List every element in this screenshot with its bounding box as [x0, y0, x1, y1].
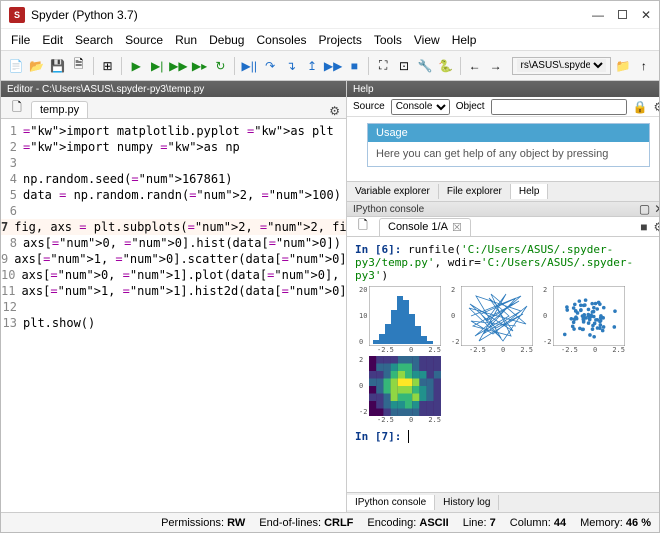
menu-help[interactable]: Help	[452, 33, 477, 47]
usage-title: Usage	[368, 124, 649, 142]
console-pane: IPython console ▢ ✕ 🗋 Console 1/A ☒ ■ ⚙ …	[347, 201, 659, 512]
console-stop-icon[interactable]: ■	[640, 220, 647, 234]
help-object-input[interactable]	[491, 99, 627, 115]
console-list-icon[interactable]: 🗋	[353, 217, 373, 237]
continue-icon[interactable]: ▶▶	[324, 56, 342, 76]
toolbar: 📄 📂 💾 🗎 ⊞ ▶ ▶| ▶▶ ▶▸ ↻ ▶|| ↷ ↴ ↥ ▶▶ ■ ⛶ …	[1, 51, 659, 81]
save-icon[interactable]: 💾	[49, 56, 67, 76]
menu-view[interactable]: View	[414, 33, 440, 47]
menu-tools[interactable]: Tools	[374, 33, 402, 47]
tab-history-log[interactable]: History log	[435, 495, 499, 510]
fullscreen-icon[interactable]: ⊡	[395, 56, 413, 76]
open-file-icon[interactable]: 📂	[28, 56, 46, 76]
menu-debug[interactable]: Debug	[209, 33, 244, 47]
stop-debug-icon[interactable]: ■	[345, 56, 363, 76]
tab-help[interactable]: Help	[511, 184, 549, 199]
minimize-button[interactable]: —	[592, 8, 604, 22]
step-over-icon[interactable]: ↷	[261, 56, 279, 76]
step-out-icon[interactable]: ↥	[303, 56, 321, 76]
tab-file-explorer[interactable]: File explorer	[439, 184, 511, 199]
console-undock-icon[interactable]: ✕	[654, 202, 659, 216]
editor-tab[interactable]: temp.py	[31, 101, 88, 118]
menu-projects[interactable]: Projects	[319, 33, 362, 47]
cells-icon[interactable]: ⊞	[99, 56, 117, 76]
menu-run[interactable]: Run	[175, 33, 197, 47]
maximize-button[interactable]	[618, 8, 627, 22]
help-source-select[interactable]: Console	[391, 99, 450, 115]
in-prompt-6: In [6]:	[355, 243, 408, 256]
save-all-icon[interactable]: 🗎	[70, 56, 88, 76]
code-editor[interactable]: 1="kw">import matplotlib.pyplot ="kw">as…	[1, 119, 346, 512]
help-object-label: Object	[456, 101, 485, 112]
editor-pane: Editor - C:\Users\ASUS\.spyder-py3\temp.…	[1, 81, 347, 512]
help-pane: Help Source Console Object 🔒 ⚙ Usage Her…	[347, 81, 659, 181]
plot-hist: 20100 -2.502.5	[359, 286, 449, 354]
browse-dir-icon[interactable]: 📁	[614, 56, 632, 76]
menu-source[interactable]: Source	[125, 33, 163, 47]
statusbar: Permissions: RW End-of-lines: CRLF Encod…	[1, 512, 659, 532]
in-prompt-7: In [7]:	[355, 430, 408, 443]
app-icon: S	[9, 7, 25, 23]
console-close-icon[interactable]: ▢	[639, 202, 650, 216]
plot-line: 20-2 -2.502.5	[451, 286, 541, 354]
run-cell-advance-icon[interactable]: ▶▶	[169, 56, 187, 76]
working-dir-select[interactable]: rs\ASUS\.spyder-py3	[512, 57, 612, 75]
forward-icon[interactable]: →	[487, 56, 505, 76]
editor-header: Editor - C:\Users\ASUS\.spyder-py3\temp.…	[1, 81, 346, 97]
help-bottom-tabs: Variable explorerFile explorerHelp	[347, 181, 659, 201]
plot-scatter: 20-2 -2.502.5	[543, 286, 633, 354]
menubar: File Edit Search Source Run Debug Consoles Proj…	[1, 29, 659, 51]
menu-search[interactable]: Search	[75, 33, 113, 47]
menu-consoles[interactable]: Consoles	[256, 33, 306, 47]
help-header: Help	[347, 81, 659, 97]
preferences-icon[interactable]: 🔧	[416, 56, 434, 76]
console-output[interactable]: In [6]: runfile('C:/Users/ASUS/.spyder-p…	[347, 237, 659, 492]
run-selection-icon[interactable]: ▶▸	[191, 56, 209, 76]
parent-dir-icon[interactable]: ↑	[635, 56, 653, 76]
tab-ipython-console[interactable]: IPython console	[347, 495, 435, 510]
file-list-icon[interactable]: 🗋	[7, 98, 27, 118]
usage-text: Here you can get help of any object by p…	[368, 142, 649, 166]
maximize-pane-icon[interactable]: ⛶	[374, 56, 392, 76]
plot-heatmap: 20-2 -2.502.5	[359, 356, 449, 424]
console-header: IPython console ▢ ✕	[347, 201, 659, 217]
editor-options-icon[interactable]: ⚙	[329, 104, 340, 118]
tab-variable-explorer[interactable]: Variable explorer	[347, 184, 439, 199]
python-path-icon[interactable]: 🐍	[437, 56, 455, 76]
console-options-icon[interactable]: ⚙	[654, 220, 659, 234]
debug-icon[interactable]: ▶||	[240, 56, 258, 76]
step-into-icon[interactable]: ↴	[282, 56, 300, 76]
window-title: Spyder (Python 3.7)	[31, 8, 592, 22]
console-tab[interactable]: Console 1/A ☒	[379, 218, 471, 236]
menu-file[interactable]: File	[11, 33, 30, 47]
run-icon[interactable]: ▶	[127, 56, 145, 76]
close-button[interactable]: ✕	[641, 8, 651, 22]
help-source-label: Source	[353, 101, 385, 112]
help-lock-icon[interactable]: 🔒	[633, 100, 648, 114]
new-file-icon[interactable]: 📄	[7, 56, 25, 76]
console-bottom-tabs: IPython consoleHistory log	[347, 492, 659, 512]
help-options-icon[interactable]: ⚙	[654, 100, 659, 114]
rerun-icon[interactable]: ↻	[212, 56, 230, 76]
plot-output: 20100 -2.502.5 20-2	[359, 286, 659, 424]
back-icon[interactable]: ←	[466, 56, 484, 76]
titlebar: S Spyder (Python 3.7) — ✕	[1, 1, 659, 29]
run-cell-icon[interactable]: ▶|	[148, 56, 166, 76]
menu-edit[interactable]: Edit	[42, 33, 63, 47]
